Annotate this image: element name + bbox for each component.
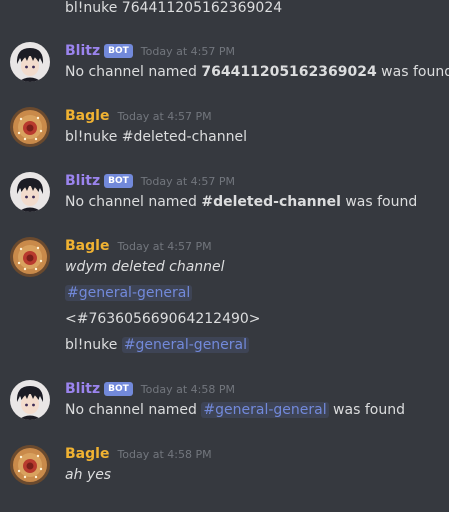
- channel-mention[interactable]: #general-general: [201, 402, 329, 418]
- username[interactable]: Bagle: [65, 446, 109, 462]
- bot-badge: BOT: [104, 174, 133, 188]
- bot-badge: BOT: [104, 44, 133, 58]
- timestamp: Today at 4:57 PM: [117, 109, 212, 123]
- username[interactable]: Bagle: [65, 108, 109, 124]
- message-header: Bagle Today at 4:58 PM: [65, 444, 212, 464]
- message-header: Blitz BOT Today at 4:58 PM: [65, 379, 235, 399]
- message-text: bl!nuke 764411205162369024: [65, 0, 283, 16]
- message-text: ah yes: [65, 467, 112, 483]
- message-header: Blitz BOT Today at 4:57 PM: [65, 171, 235, 191]
- timestamp: Today at 4:58 PM: [117, 447, 212, 461]
- message-text: #general-general: [65, 284, 193, 302]
- message-text: bl!nuke #general-general: [65, 337, 250, 353]
- timestamp: Today at 4:57 PM: [140, 44, 235, 58]
- message-text: wdym deleted channel: [65, 259, 225, 275]
- timestamp: Today at 4:57 PM: [117, 239, 212, 253]
- timestamp: Today at 4:57 PM: [140, 174, 235, 188]
- dark-hair-character-avatar-icon[interactable]: [10, 172, 50, 212]
- message-header: Blitz BOT Today at 4:57 PM: [65, 41, 235, 61]
- message-text: bl!nuke #deleted-channel: [65, 129, 247, 145]
- bold-text: #deleted-channel: [201, 194, 341, 210]
- message-text: No channel named 764411205162369024 was …: [65, 64, 449, 80]
- channel-mention[interactable]: #general-general: [65, 285, 193, 301]
- bagel-food-avatar-icon[interactable]: [10, 445, 50, 485]
- message-text: <#763605669064212490>: [65, 311, 261, 327]
- message-header: Bagle Today at 4:57 PM: [65, 106, 212, 126]
- bagel-food-avatar-icon[interactable]: [10, 237, 50, 277]
- bagel-food-avatar-icon[interactable]: [10, 107, 50, 147]
- message-header: Bagle Today at 4:57 PM: [65, 236, 212, 256]
- dark-hair-character-avatar-icon[interactable]: [10, 42, 50, 82]
- timestamp: Today at 4:58 PM: [140, 382, 235, 396]
- dark-hair-character-avatar-icon[interactable]: [10, 380, 50, 420]
- bold-text: 764411205162369024: [201, 64, 377, 80]
- message-text: No channel named #deleted-channel was fo…: [65, 194, 418, 210]
- channel-mention[interactable]: #general-general: [121, 337, 250, 353]
- username[interactable]: Blitz: [65, 43, 100, 59]
- username[interactable]: Bagle: [65, 238, 109, 254]
- username[interactable]: Blitz: [65, 381, 100, 397]
- message-text: No channel named #general-general was fo…: [65, 402, 405, 418]
- bot-badge: BOT: [104, 382, 133, 396]
- username[interactable]: Blitz: [65, 173, 100, 189]
